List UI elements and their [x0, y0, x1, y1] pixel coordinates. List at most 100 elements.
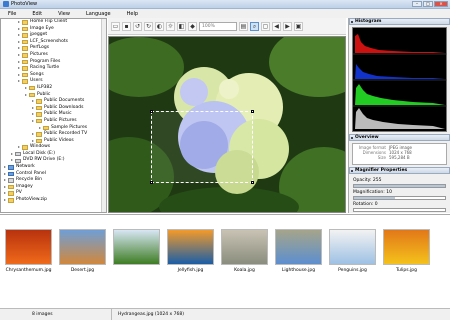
zoom-select[interactable]: 100%	[199, 21, 237, 31]
save-icon[interactable]: ▪	[122, 21, 131, 31]
thumbnail-image[interactable]	[329, 229, 376, 265]
tree-item-label: Racing Turtle	[30, 65, 60, 71]
tree-item[interactable]: ▸ Racing Turtle	[1, 65, 106, 72]
image-toolbar: ▭ ▪ ↺ ↻ ◐ ☼ ◧ ◆ 100% ▤ ⌕ ▢ ◀ ▶ ▣	[108, 18, 346, 35]
menu-bar: File Edit View Language Help	[0, 9, 450, 18]
tree-item[interactable]: ▸ Home Flip Client	[1, 19, 106, 26]
tree-item[interactable]: ▸ Image Eye	[1, 26, 106, 33]
contrast-icon[interactable]: ◐	[155, 21, 164, 31]
folder-icon	[36, 112, 42, 117]
title-bar: PhotoView – □ ✕	[0, 0, 450, 9]
thumbnail[interactable]: Jellyfish.jpg	[165, 229, 216, 287]
rotate-right-icon[interactable]: ↻	[144, 21, 153, 31]
folder-icon	[22, 33, 28, 38]
folder-icon	[22, 66, 28, 71]
tree-item-label: Recycle Bin	[16, 177, 42, 183]
menu-edit[interactable]: Edit	[32, 11, 42, 17]
thumbnail[interactable]: Tulips.jpg	[381, 229, 432, 287]
menu-view[interactable]: View	[58, 11, 70, 17]
tree-item-label: Public Recorded TV	[44, 131, 88, 137]
tree-item[interactable]: ▸ LCF_Screenshots	[1, 39, 106, 46]
menu-language[interactable]: Language	[86, 11, 111, 17]
network-icon	[8, 165, 14, 170]
thumbnail-strip: Chrysanthemum.jpg Desert.jpg Jellyfish.jpg…	[0, 214, 450, 308]
tree-item[interactable]: ▸ PhotoView.zip	[1, 197, 106, 204]
thumbnail-image[interactable]	[383, 229, 430, 265]
rotation-slider[interactable]	[353, 208, 446, 212]
tree-item[interactable]: ▸ Recycle Bin	[1, 177, 106, 184]
thumbnail-image[interactable]	[113, 229, 160, 265]
image-viewer[interactable]	[108, 36, 346, 213]
tree-scrollbar[interactable]	[101, 19, 106, 212]
thumbnail-image[interactable]	[275, 229, 322, 265]
tree-item-label: Network	[16, 164, 35, 170]
histogram-header[interactable]: Histogram	[349, 18, 450, 25]
tree-item-label: Public Documents	[44, 98, 85, 104]
minimize-button[interactable]: –	[412, 1, 422, 7]
open-icon[interactable]: ▭	[111, 21, 120, 31]
thumbnail-caption: Desert.jpg	[70, 268, 95, 273]
maximize-button[interactable]: □	[423, 1, 433, 7]
folder-icon	[22, 39, 28, 45]
thumbnail-image[interactable]	[5, 229, 52, 265]
tree-item[interactable]: ▸ Public Pictures	[1, 118, 106, 125]
tree-item[interactable]: ▸ ILP382	[1, 85, 106, 92]
thumbnail-image[interactable]	[167, 229, 214, 265]
tree-item[interactable]: ▸ jpegget	[1, 32, 106, 39]
thumbnail-image[interactable]	[59, 229, 106, 265]
tree-item[interactable]: ▸ Windows	[1, 144, 106, 151]
folder-icon	[22, 79, 28, 84]
tree-item[interactable]: ▸ Public Documents	[1, 98, 106, 105]
magnifier-header[interactable]: Magnifier Properties	[349, 167, 450, 174]
tree-item-label: Home Flip Client	[30, 19, 68, 24]
tree-item-label: Pictures	[30, 51, 48, 57]
brightness-icon[interactable]: ☼	[166, 21, 175, 31]
tree-item-label: PhotoView.zip	[16, 197, 48, 203]
magnification-slider[interactable]	[353, 196, 446, 200]
flip-icon[interactable]: ◧	[177, 21, 186, 31]
tree-item-label: Windows	[30, 144, 51, 150]
fullscreen-icon[interactable]: ▢	[261, 21, 270, 31]
menu-file[interactable]: File	[8, 11, 16, 17]
folder-icon	[36, 138, 42, 144]
tree-item[interactable]: ▸ Public Music	[1, 111, 106, 118]
menu-help[interactable]: Help	[127, 11, 138, 17]
color-icon[interactable]: ◆	[188, 21, 197, 31]
folder-icon	[22, 72, 28, 78]
folder-icon	[22, 59, 28, 65]
overview-table: Image format JPEG image Dimensions 1024 x …	[352, 143, 447, 165]
opacity-slider[interactable]	[353, 184, 446, 188]
window-controls: – □ ✕	[412, 1, 448, 7]
overview-header[interactable]: Overview	[349, 134, 450, 141]
fit-icon[interactable]: ▤	[239, 21, 248, 31]
overview-row: Size 595,284 B	[377, 155, 410, 160]
rotate-left-icon[interactable]: ↺	[133, 21, 142, 31]
magnifier-icon[interactable]: ⌕	[250, 21, 259, 31]
tree-item-label: Public Pictures	[44, 117, 77, 123]
magnifier-selection[interactable]	[150, 110, 254, 184]
tree-item[interactable]: ▸ Users	[1, 78, 106, 85]
folder-tree[interactable]: ▸ Home Flip Client ▸ Image Eye ▸ jpegget ▸ LCF_…	[0, 18, 107, 213]
thumbnail[interactable]: Penguins.jpg	[327, 229, 378, 287]
thumbnail[interactable]: Lighthouse.jpg	[273, 229, 324, 287]
thumbnail-image[interactable]	[221, 229, 268, 265]
tree-item[interactable]: ▸ Pictures	[1, 52, 106, 59]
current-image-info: Hydrangeas.jpg (1024 x 768)	[118, 312, 184, 317]
tree-item[interactable]: ▸ Public Recorded TV	[1, 131, 106, 138]
tree-item[interactable]: ▸ Network	[1, 164, 106, 171]
thumbnail-caption: Penguins.jpg	[338, 268, 367, 273]
thumbnail[interactable]	[111, 229, 162, 287]
rotation-label: Rotation: 0	[353, 202, 378, 207]
thumbnail[interactable]: Koala.jpg	[219, 229, 270, 287]
folder-icon	[8, 198, 14, 203]
tree-item[interactable]: ▸ Songs	[1, 72, 106, 79]
tree-item[interactable]: ▸ Public Videos	[1, 138, 106, 145]
thumbnail[interactable]: Chrysanthemum.jpg	[3, 229, 54, 287]
close-button[interactable]: ✕	[434, 1, 448, 7]
magnification-label: Magnification: 10	[353, 190, 392, 195]
tree-item[interactable]: ▸ PerfLogs	[1, 45, 106, 52]
slideshow-icon[interactable]: ▣	[294, 21, 303, 31]
thumbnail[interactable]: Desert.jpg	[57, 229, 108, 287]
previous-icon[interactable]: ◀	[272, 21, 281, 31]
next-icon[interactable]: ▶	[283, 21, 292, 31]
